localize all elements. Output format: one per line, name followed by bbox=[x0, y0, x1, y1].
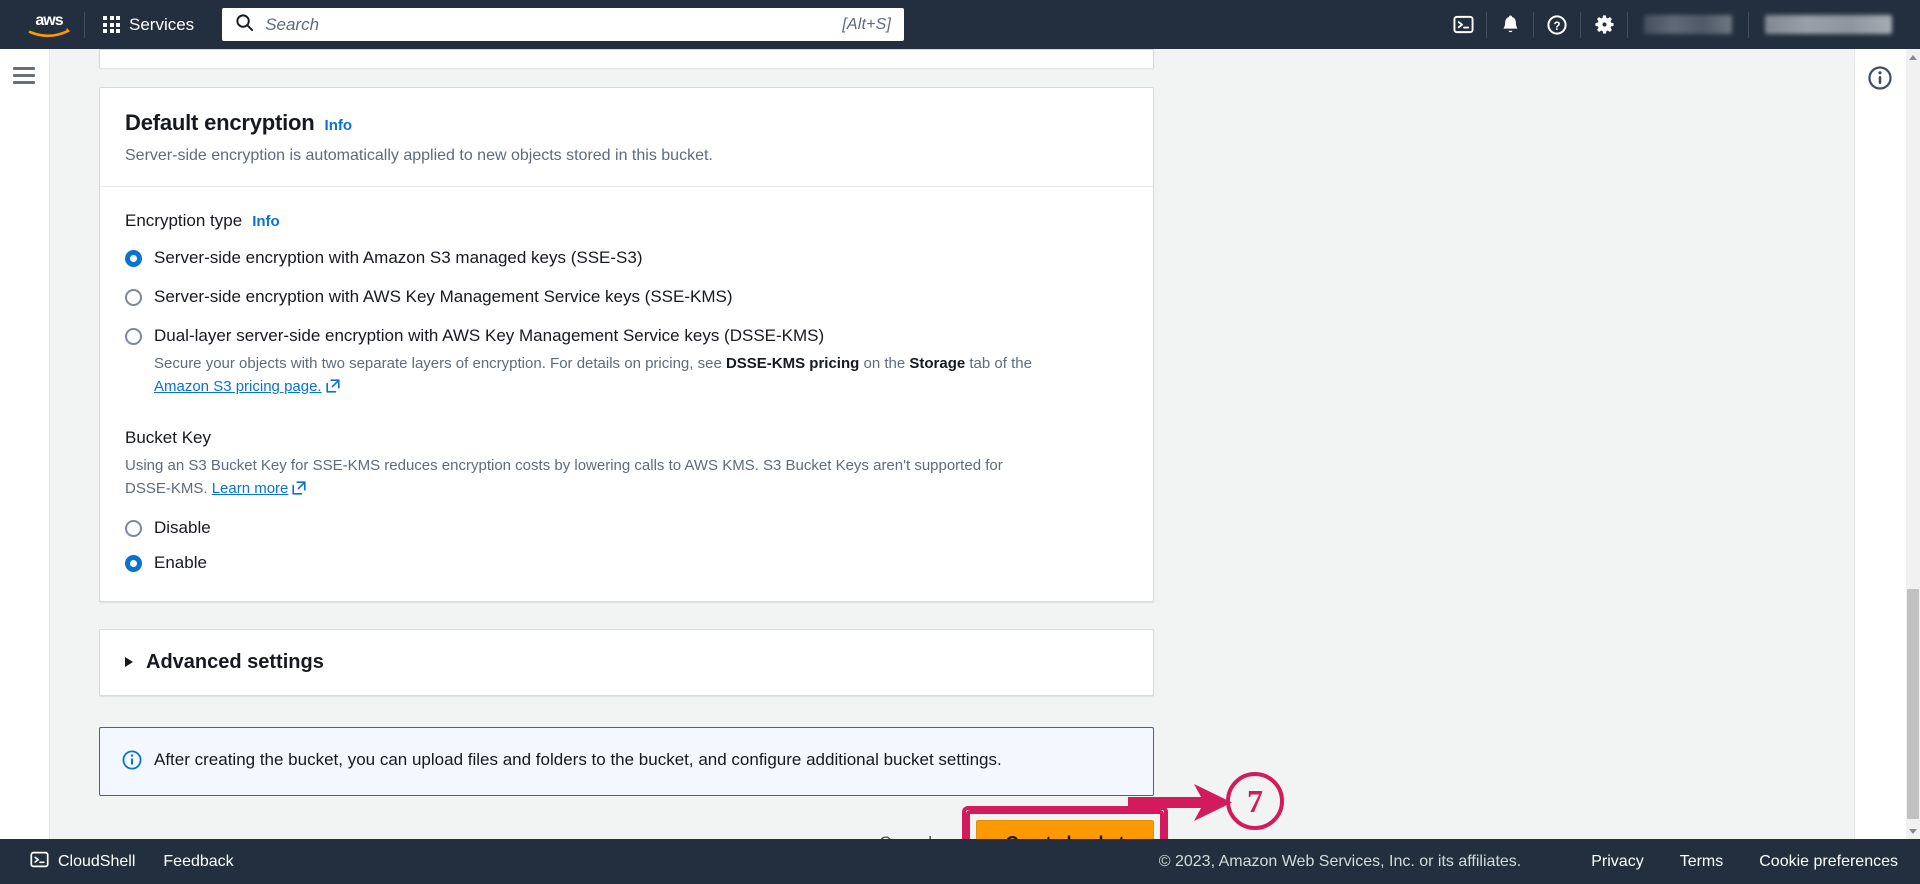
card-header: Default encryption Info Server-side encr… bbox=[100, 88, 1153, 186]
radio-option-bucket-key-disable[interactable]: Disable bbox=[125, 517, 1128, 540]
card-subtitle: Server-side encryption is automatically … bbox=[125, 147, 713, 164]
page-footer: CloudShell Feedback © 2023, Amazon Web S… bbox=[0, 839, 1920, 884]
services-label: Services bbox=[129, 14, 195, 34]
footer-link-cookie-preferences[interactable]: Cookie preferences bbox=[1759, 853, 1898, 871]
hamburger-menu-icon[interactable] bbox=[13, 67, 35, 88]
create-bucket-wrapper: Create bucket bbox=[962, 805, 1168, 839]
search-shortcut-hint: [Alt+S] bbox=[842, 15, 892, 33]
footer-cloudshell-label: CloudShell bbox=[58, 852, 136, 870]
form-actions: Cancel Create bucket bbox=[99, 805, 1168, 839]
radio-option-dsse-kms[interactable]: Dual-layer server-side encryption with A… bbox=[125, 325, 1128, 400]
radio-button-enable[interactable] bbox=[125, 554, 142, 572]
radio-label-dsse-kms: Dual-layer server-side encryption with A… bbox=[154, 326, 825, 346]
right-info-panel bbox=[1854, 49, 1906, 839]
services-menu-button[interactable]: Services bbox=[89, 0, 208, 49]
page-title: Default encryption bbox=[125, 110, 315, 135]
advanced-settings-card[interactable]: Advanced settings bbox=[99, 628, 1154, 696]
nav-separator bbox=[1627, 11, 1628, 38]
info-alert: After creating the bucket, you can uploa… bbox=[99, 726, 1154, 796]
desc-text-2: on the bbox=[859, 355, 910, 373]
cloudshell-icon[interactable] bbox=[1440, 0, 1486, 49]
desc-bold-pricing: DSSE-KMS pricing bbox=[725, 355, 860, 373]
search-input[interactable] bbox=[265, 14, 843, 35]
create-bucket-button[interactable]: Create bucket bbox=[976, 819, 1154, 839]
dsse-kms-description: Secure your objects with two separate la… bbox=[154, 353, 1032, 400]
card-body: Encryption type Info Server-side encrypt… bbox=[100, 187, 1153, 600]
radio-button-sse-kms[interactable] bbox=[125, 289, 142, 307]
default-encryption-card: Default encryption Info Server-side encr… bbox=[99, 87, 1154, 602]
previous-panel-edge bbox=[99, 49, 1154, 68]
bucket-key-heading: Bucket Key bbox=[125, 428, 211, 448]
radio-label-sse-kms: Server-side encryption with AWS Key Mana… bbox=[154, 287, 733, 307]
bucket-key-description: Using an S3 Bucket Key for SSE-KMS reduc… bbox=[125, 454, 1050, 503]
notifications-bell-icon[interactable] bbox=[1487, 0, 1533, 49]
main-content-area: Default encryption Info Server-side encr… bbox=[50, 49, 1870, 839]
desc-bold-storage: Storage bbox=[909, 355, 966, 373]
svg-text:?: ? bbox=[1553, 20, 1560, 32]
radio-button-sse-s3[interactable] bbox=[125, 250, 142, 268]
advanced-settings-expander[interactable]: Advanced settings bbox=[100, 630, 1153, 695]
radio-option-sse-s3[interactable]: Server-side encryption with Amazon S3 ma… bbox=[125, 247, 1128, 270]
desc-text-1: Secure your objects with two separate la… bbox=[154, 355, 726, 373]
region-selector[interactable] bbox=[1644, 15, 1732, 34]
cloudshell-icon bbox=[30, 850, 49, 874]
radio-label-disable: Disable bbox=[154, 517, 211, 537]
aws-logo[interactable]: aws bbox=[18, 10, 80, 40]
page-scrollbar[interactable] bbox=[1906, 49, 1920, 839]
info-circle-icon[interactable] bbox=[1867, 65, 1893, 96]
s3-pricing-page-link[interactable]: Amazon S3 pricing page. bbox=[154, 378, 322, 395]
nav-right-cluster: ? bbox=[1440, 0, 1920, 49]
external-link-icon bbox=[292, 479, 307, 502]
scroll-down-arrow[interactable] bbox=[1906, 823, 1920, 839]
radio-option-bucket-key-enable[interactable]: Enable bbox=[125, 552, 1128, 575]
account-menu[interactable] bbox=[1765, 15, 1892, 34]
nav-separator bbox=[1748, 11, 1749, 38]
scrollbar-thumb[interactable] bbox=[1907, 589, 1919, 819]
footer-link-terms[interactable]: Terms bbox=[1680, 853, 1724, 871]
footer-link-privacy[interactable]: Privacy bbox=[1591, 853, 1643, 871]
cancel-button[interactable]: Cancel bbox=[859, 824, 952, 839]
aws-console-page: aws Services [Alt+S] bbox=[0, 0, 1920, 884]
radio-option-sse-kms[interactable]: Server-side encryption with AWS Key Mana… bbox=[125, 286, 1128, 309]
desc-text-3: tab of the bbox=[965, 355, 1032, 373]
footer-copyright: © 2023, Amazon Web Services, Inc. or its… bbox=[1158, 852, 1522, 870]
bucket-key-learn-more-link[interactable]: Learn more bbox=[212, 480, 289, 497]
external-link-icon bbox=[326, 378, 340, 401]
radio-button-disable[interactable] bbox=[125, 519, 142, 537]
footer-left: CloudShell Feedback bbox=[0, 850, 252, 874]
info-alert-text: After creating the bucket, you can uploa… bbox=[154, 749, 1002, 769]
help-question-icon[interactable]: ? bbox=[1534, 0, 1580, 49]
radio-label-enable: Enable bbox=[154, 552, 207, 572]
encryption-type-label: Encryption type bbox=[125, 211, 243, 231]
footer-feedback-link[interactable]: Feedback bbox=[145, 853, 251, 871]
footer-right: © 2023, Amazon Web Services, Inc. or its… bbox=[1159, 853, 1920, 871]
form-column: Default encryption Info Server-side encr… bbox=[99, 49, 1168, 839]
radio-button-dsse-kms[interactable] bbox=[125, 328, 142, 346]
footer-cloudshell-button[interactable]: CloudShell bbox=[20, 850, 145, 874]
default-encryption-info-link[interactable]: Info bbox=[325, 117, 353, 134]
chevron-right-icon bbox=[125, 657, 133, 668]
grid-icon bbox=[103, 16, 120, 33]
global-search-box[interactable]: [Alt+S] bbox=[222, 8, 905, 41]
search-icon bbox=[235, 13, 254, 37]
encryption-type-info-link[interactable]: Info bbox=[252, 213, 280, 230]
left-sidebar bbox=[0, 49, 50, 839]
settings-gear-icon[interactable] bbox=[1581, 0, 1627, 49]
top-navigation-bar: aws Services [Alt+S] bbox=[0, 0, 1920, 49]
info-circle-icon bbox=[122, 750, 142, 775]
radio-label-sse-s3: Server-side encryption with Amazon S3 ma… bbox=[154, 248, 643, 268]
scroll-up-arrow[interactable] bbox=[1906, 49, 1920, 65]
nav-divider bbox=[84, 11, 85, 38]
svg-text:aws: aws bbox=[35, 12, 63, 29]
advanced-settings-label: Advanced settings bbox=[146, 650, 324, 673]
